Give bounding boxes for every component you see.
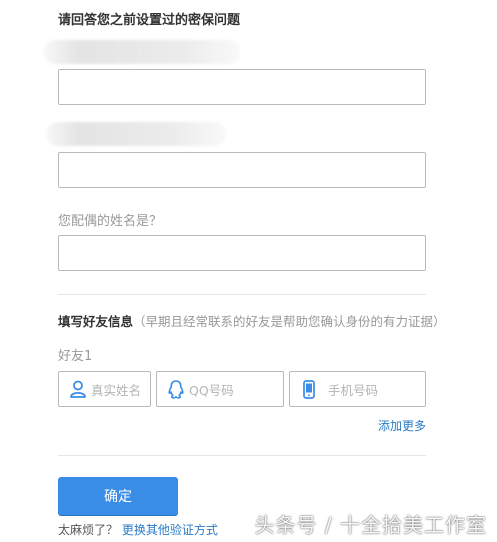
add-more-link[interactable]: 添加更多: [378, 417, 426, 434]
friend-section-note: （早期且经常联系的好友是帮助您确认身份的有力证据）: [133, 314, 446, 329]
page-title: 请回答您之前设置过的密保问题: [58, 13, 241, 28]
change-verification-link[interactable]: 更换其他验证方式: [122, 523, 218, 537]
friend-qq-placeholder: QQ号码: [189, 382, 234, 398]
footer-text: 太麻烦了？ 更换其他验证方式: [58, 521, 218, 538]
friend-name-input[interactable]: 真实姓名: [58, 371, 151, 407]
friend-section-title: 填写好友信息（早期且经常联系的好友是帮助您确认身份的有力证据）: [58, 311, 446, 330]
friend-name-placeholder: 真实姓名: [91, 382, 142, 398]
qq-penguin-icon: [163, 379, 189, 399]
divider-bottom: [58, 455, 426, 456]
question-3-answer-input[interactable]: [58, 235, 426, 271]
question-2-label-blurred: [46, 122, 226, 146]
friend-phone-input[interactable]: 手机号码: [289, 371, 426, 407]
user-icon: [65, 380, 91, 398]
friend-1-label: 好友1: [58, 349, 93, 364]
question-3-label: 您配偶的姓名是？: [58, 214, 163, 229]
question-1-answer-input[interactable]: [58, 69, 426, 105]
watermark: 头条号 / 十全拾美工作室: [254, 513, 487, 537]
question-1-label-blurred: [44, 40, 240, 64]
friend-phone-placeholder: 手机号码: [328, 382, 379, 398]
question-2-answer-input[interactable]: [58, 152, 426, 188]
friend-section-heading: 填写好友信息: [58, 314, 134, 329]
confirm-button[interactable]: 确定: [58, 477, 178, 515]
mobile-phone-icon: [296, 379, 322, 399]
friend-qq-input[interactable]: QQ号码: [156, 371, 284, 407]
too-much-trouble-text: 太麻烦了？: [58, 523, 119, 537]
divider: [58, 294, 426, 295]
